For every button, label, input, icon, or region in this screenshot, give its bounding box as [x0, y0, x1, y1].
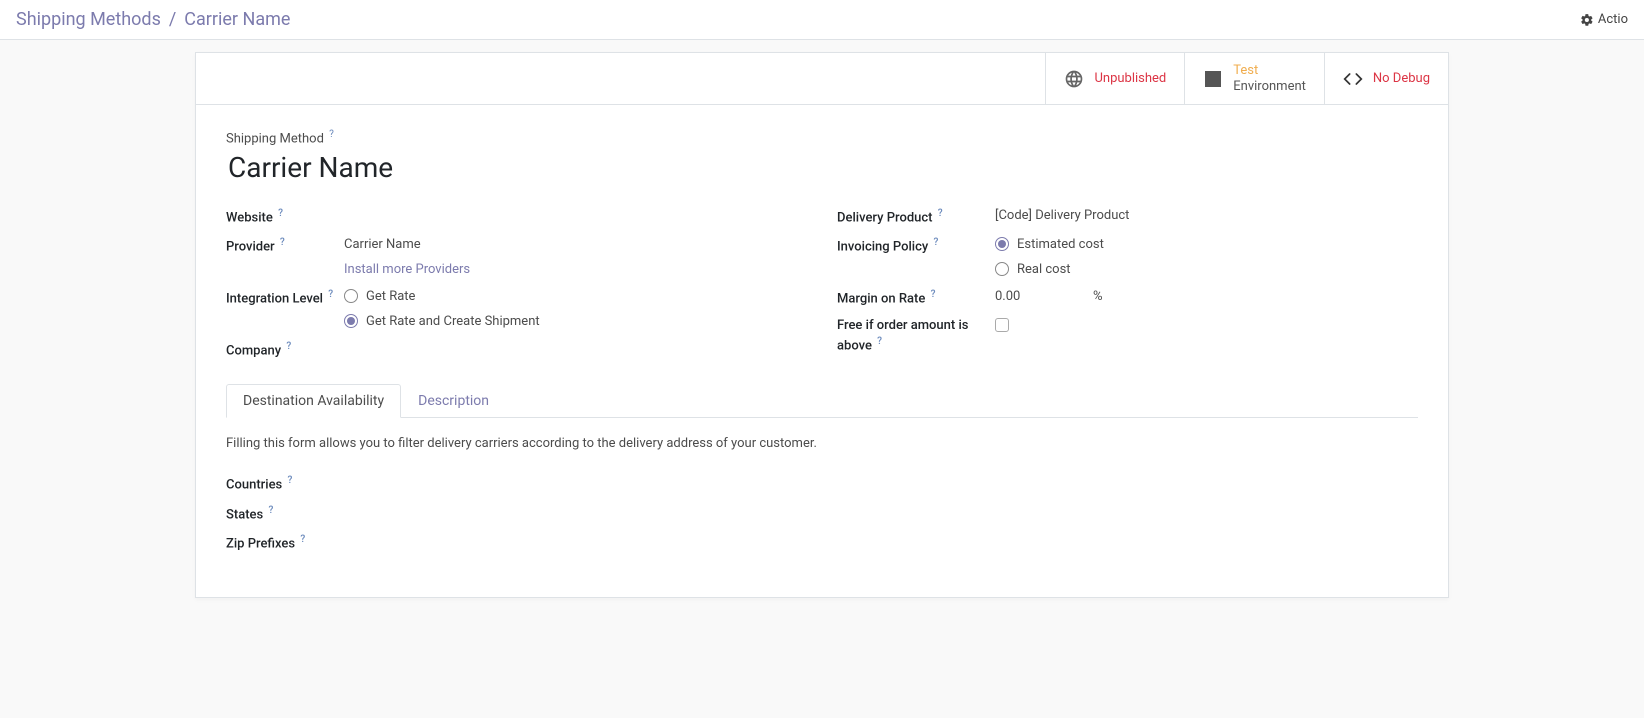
margin-on-rate-label: Margin on Rate: [837, 291, 925, 306]
environment-status-button[interactable]: Test Environment: [1184, 53, 1324, 104]
globe-icon: [1064, 69, 1084, 89]
radio-icon: [344, 289, 358, 303]
title-block: Shipping Method ? Carrier Name: [226, 129, 1418, 183]
actions-label: Actio: [1598, 12, 1628, 27]
margin-on-rate-value[interactable]: 0.00: [995, 289, 1085, 304]
radio-real-cost-label: Real cost: [1017, 262, 1071, 277]
field-integration-level: Integration Level ? Get Rate Get Rate an…: [226, 283, 807, 335]
radio-get-rate-label: Get Rate: [366, 289, 415, 304]
tabs-container: Destination Availability Description Fil…: [226, 384, 1418, 567]
actions-dropdown[interactable]: Actio: [1580, 12, 1628, 27]
code-icon: [1343, 69, 1363, 89]
tab-destination-availability[interactable]: Destination Availability: [226, 384, 401, 418]
field-website: Website ?: [226, 202, 807, 231]
field-delivery-product: Delivery Product ? [Code] Delivery Produ…: [837, 202, 1418, 231]
field-countries[interactable]: Countries ?: [226, 469, 1418, 498]
help-icon[interactable]: ?: [268, 505, 273, 516]
radio-icon: [995, 237, 1009, 251]
destination-hint: Filling this form allows you to filter d…: [226, 436, 1418, 451]
shipping-method-name-input[interactable]: Carrier Name: [226, 147, 1418, 184]
delivery-product-value[interactable]: [Code] Delivery Product: [995, 208, 1418, 223]
radio-estimated-cost[interactable]: Estimated cost: [995, 237, 1418, 252]
field-margin-on-rate: Margin on Rate ? 0.00 %: [837, 283, 1418, 312]
radio-get-rate-create-shipment-label: Get Rate and Create Shipment: [366, 314, 540, 329]
free-if-above-checkbox[interactable]: [995, 318, 1009, 332]
publish-status-label: Unpublished: [1094, 71, 1166, 86]
gear-icon: [1580, 12, 1594, 27]
breadcrumb-current: Carrier Name: [184, 9, 290, 30]
form-body: Shipping Method ? Carrier Name Website ?: [196, 105, 1448, 597]
radio-estimated-cost-label: Estimated cost: [1017, 237, 1104, 252]
environment-status-highlight: Test: [1233, 63, 1306, 79]
help-icon[interactable]: ?: [300, 534, 305, 545]
help-icon[interactable]: ?: [280, 237, 285, 248]
publish-status-button[interactable]: Unpublished: [1045, 53, 1184, 104]
company-label: Company: [226, 343, 281, 358]
countries-label: Countries: [226, 478, 282, 493]
percent-symbol: %: [1093, 289, 1103, 304]
help-icon[interactable]: ?: [287, 475, 292, 486]
delivery-product-label: Delivery Product: [837, 210, 933, 225]
breadcrumb-separator: /: [169, 9, 176, 30]
tab-content-destination: Filling this form allows you to filter d…: [226, 418, 1418, 567]
tabs-header: Destination Availability Description: [226, 384, 1418, 418]
help-icon[interactable]: ?: [278, 208, 283, 219]
debug-status-button[interactable]: No Debug: [1324, 53, 1448, 104]
radio-icon: [995, 262, 1009, 276]
breadcrumb: Shipping Methods / Carrier Name: [16, 9, 290, 30]
help-icon[interactable]: ?: [938, 208, 943, 219]
field-zip-prefixes[interactable]: Zip Prefixes ?: [226, 528, 1418, 557]
stop-icon: [1203, 69, 1223, 89]
title-label-row: Shipping Method ?: [226, 129, 1418, 146]
help-icon[interactable]: ?: [934, 237, 939, 248]
website-label: Website: [226, 210, 273, 225]
radio-get-rate[interactable]: Get Rate: [344, 289, 807, 304]
shipping-method-label: Shipping Method: [226, 132, 324, 147]
help-icon[interactable]: ?: [877, 336, 882, 347]
states-label: States: [226, 507, 263, 522]
help-icon[interactable]: ?: [286, 341, 291, 352]
free-if-above-label: Free if order amount is above: [837, 318, 968, 353]
right-column: Delivery Product ? [Code] Delivery Produ…: [837, 202, 1418, 365]
field-free-if-above: Free if order amount is above ?: [837, 312, 1418, 361]
radio-get-rate-create-shipment[interactable]: Get Rate and Create Shipment: [344, 314, 807, 329]
integration-level-label: Integration Level: [226, 291, 323, 306]
radio-real-cost[interactable]: Real cost: [995, 262, 1418, 277]
breadcrumb-bar: Shipping Methods / Carrier Name Actio: [0, 0, 1644, 40]
form-columns: Website ? Provider ? Carrier Name: [226, 202, 1418, 365]
tab-description[interactable]: Description: [401, 384, 506, 418]
field-invoicing-policy: Invoicing Policy ? Estimated cost Real c…: [837, 231, 1418, 283]
left-column: Website ? Provider ? Carrier Name: [226, 202, 807, 365]
radio-icon: [344, 314, 358, 328]
install-more-providers-link[interactable]: Install more Providers: [344, 262, 470, 277]
status-bar: Unpublished Test Environment No Debug: [196, 53, 1448, 105]
environment-status-sub: Environment: [1233, 79, 1306, 95]
field-company: Company ?: [226, 335, 807, 364]
provider-value[interactable]: Carrier Name: [344, 237, 807, 252]
provider-label: Provider: [226, 239, 275, 254]
form-sheet: Unpublished Test Environment No Debug: [195, 52, 1449, 598]
invoicing-policy-label: Invoicing Policy: [837, 239, 928, 254]
content-area: Unpublished Test Environment No Debug: [0, 40, 1644, 638]
help-icon[interactable]: ?: [328, 289, 333, 300]
help-icon[interactable]: ?: [329, 129, 334, 140]
debug-status-label: No Debug: [1373, 71, 1430, 86]
help-icon[interactable]: ?: [931, 289, 936, 300]
field-states[interactable]: States ?: [226, 499, 1418, 528]
zip-prefixes-label: Zip Prefixes: [226, 536, 295, 551]
breadcrumb-parent-link[interactable]: Shipping Methods: [16, 9, 161, 30]
field-provider: Provider ? Carrier Name Install more Pro…: [226, 231, 807, 283]
